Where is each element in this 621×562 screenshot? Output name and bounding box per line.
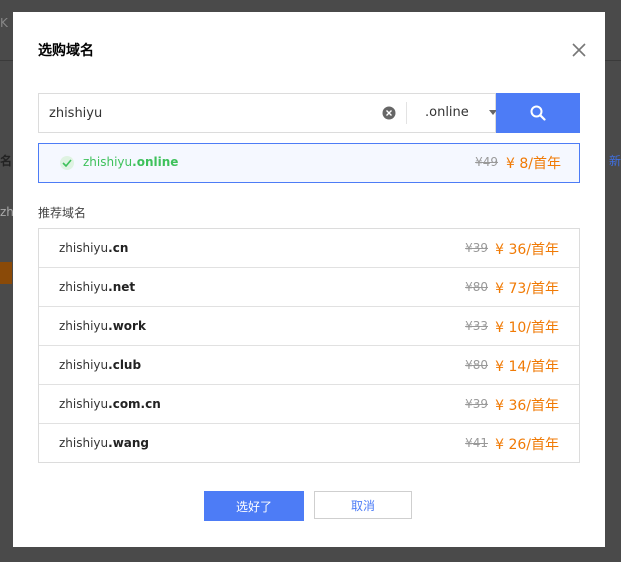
tld-select-value: .online [425, 105, 469, 120]
recommended-domain-list: zhishiyu.cn ¥39 ¥ 36/首年 zhishiyu.net ¥80… [38, 228, 580, 463]
domain-name: zhishiyu [59, 397, 109, 411]
first-year-price: ¥ 26/首年 [495, 437, 559, 453]
recommended-domain: zhishiyu.cn [59, 241, 128, 255]
domain-tld: .club [108, 358, 142, 372]
background-link: 新 [608, 154, 621, 168]
recommended-domain: zhishiyu.work [59, 319, 146, 333]
original-price: ¥80 [465, 358, 488, 372]
domain-name: zhishiyu [59, 436, 109, 450]
recommended-heading: 推荐域名 [38, 206, 87, 220]
original-price: ¥41 [465, 436, 488, 450]
tld-select[interactable]: .online [416, 94, 503, 132]
recommended-domain: zhishiyu.com.cn [59, 397, 161, 411]
domain-name: zhishiyu [59, 319, 109, 333]
search-icon [530, 105, 546, 121]
original-price: ¥33 [465, 319, 488, 333]
recommended-domain-item[interactable]: zhishiyu.net ¥80 ¥ 73/首年 [39, 267, 579, 306]
domain-search-bar: .online [38, 93, 580, 133]
first-year-price: ¥ 36/首年 [495, 242, 559, 258]
search-result-row[interactable]: zhishiyu.online ¥49 ¥ 8/首年 [38, 143, 580, 183]
clear-icon[interactable] [382, 106, 396, 120]
domain-tld: .wang [108, 436, 150, 450]
background-text: zh [0, 205, 14, 219]
recommended-domain-item[interactable]: zhishiyu.club ¥80 ¥ 14/首年 [39, 345, 579, 384]
domain-name: zhishiyu [59, 241, 109, 255]
close-icon[interactable] [571, 42, 587, 58]
domain-tld: .cn [108, 241, 129, 255]
original-price: ¥80 [465, 280, 488, 294]
first-year-price: ¥ 36/首年 [495, 398, 559, 414]
search-box: .online [38, 93, 497, 133]
domain-tld: .work [108, 319, 146, 333]
domain-name: zhishiyu [59, 280, 109, 294]
domain-tld: .net [108, 280, 136, 294]
domain-tld: .online [132, 155, 179, 169]
original-price: ¥39 [465, 241, 488, 255]
divider [406, 102, 407, 124]
first-year-price: ¥ 8/首年 [506, 156, 561, 172]
check-circle-icon [60, 156, 74, 170]
first-year-price: ¥ 14/首年 [495, 359, 559, 375]
search-button[interactable] [496, 93, 580, 133]
recommended-domain-item[interactable]: zhishiyu.cn ¥39 ¥ 36/首年 [39, 229, 579, 267]
first-year-price: ¥ 73/首年 [495, 281, 559, 297]
dialog-title: 选购域名 [38, 43, 94, 59]
domain-search-input[interactable] [39, 94, 389, 132]
original-price: ¥49 [475, 155, 498, 169]
original-price: ¥39 [465, 397, 488, 411]
recommended-domain: zhishiyu.net [59, 280, 135, 294]
recommended-domain: zhishiyu.club [59, 358, 141, 372]
first-year-price: ¥ 10/首年 [495, 320, 559, 336]
background-text: K [0, 16, 8, 30]
result-domain: zhishiyu.online [83, 155, 178, 169]
recommended-domain: zhishiyu.wang [59, 436, 149, 450]
domain-name: zhishiyu [83, 155, 133, 169]
background-button-edge [0, 262, 12, 284]
domain-name: zhishiyu [59, 358, 109, 372]
recommended-domain-item[interactable]: zhishiyu.com.cn ¥39 ¥ 36/首年 [39, 384, 579, 423]
recommended-domain-item[interactable]: zhishiyu.wang ¥41 ¥ 26/首年 [39, 423, 579, 462]
cancel-button[interactable]: 取消 [314, 491, 412, 519]
background-text: 名 [0, 154, 13, 168]
recommended-domain-item[interactable]: zhishiyu.work ¥33 ¥ 10/首年 [39, 306, 579, 345]
domain-tld: .com.cn [108, 397, 161, 411]
select-domain-dialog: 选购域名 .online zhishiyu.online ¥49 ¥ 8/首年 … [13, 12, 605, 547]
dialog-footer: 选好了 取消 [13, 491, 605, 523]
confirm-button[interactable]: 选好了 [204, 491, 304, 521]
